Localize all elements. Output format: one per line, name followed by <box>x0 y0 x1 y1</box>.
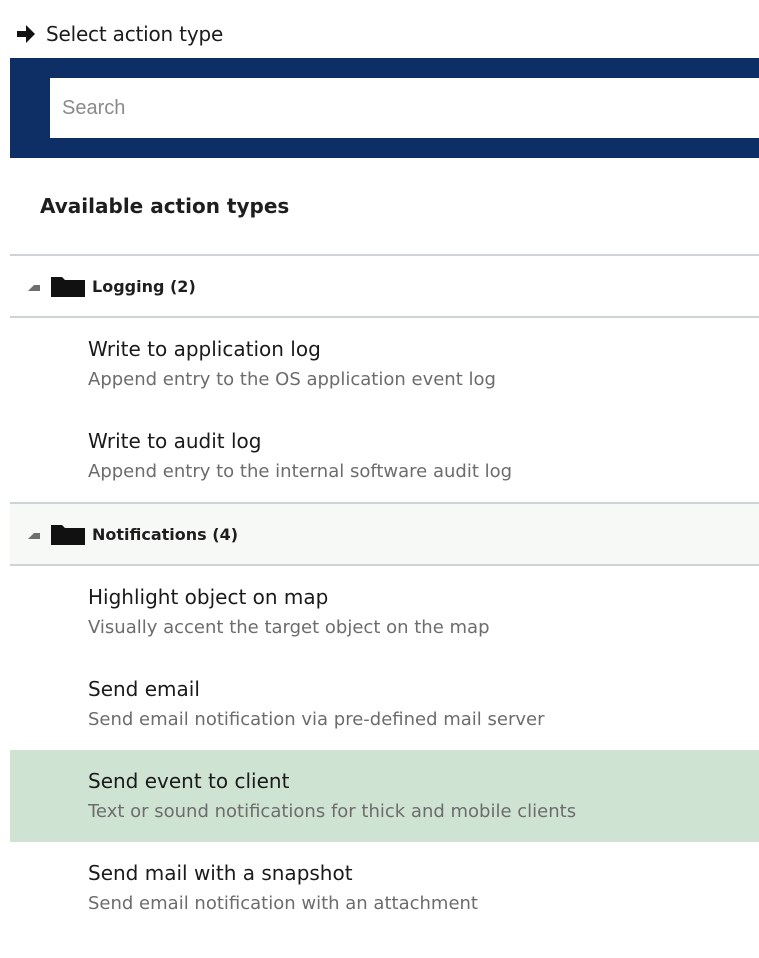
item-title: Send email <box>88 677 200 701</box>
folder-icon <box>51 525 85 545</box>
collapse-caret-icon[interactable] <box>28 533 40 539</box>
list-item[interactable]: Highlight object on map Visually accent … <box>10 566 759 658</box>
picker-header: Select action type <box>10 10 759 58</box>
group-notifications: Notifications (4) Highlight object on ma… <box>10 502 759 934</box>
item-description: Append entry to the OS application event… <box>88 369 496 390</box>
group-header-notifications[interactable]: Notifications (4) <box>10 504 759 566</box>
list-item[interactable]: Send mail with a snapshot Send email not… <box>10 842 759 934</box>
group-label: Logging (2) <box>92 276 196 296</box>
action-type-picker: Select action type Available action type… <box>10 10 759 958</box>
list-item[interactable]: Send email Send email notification via p… <box>10 658 759 750</box>
item-description: Text or sound notifications for thick an… <box>88 801 577 822</box>
item-title: Send mail with a snapshot <box>88 861 353 885</box>
item-description: Append entry to the internal software au… <box>88 461 513 482</box>
list-item[interactable]: Write to audit log Append entry to the i… <box>10 410 759 502</box>
arrow-right-icon <box>17 25 35 43</box>
list-item[interactable]: Write to application log Append entry to… <box>10 318 759 410</box>
page-title: Select action type <box>46 22 224 46</box>
item-title: Send event to client <box>88 769 290 793</box>
item-title: Write to application log <box>88 337 321 361</box>
group-header-logging[interactable]: Logging (2) <box>10 256 759 318</box>
search-band <box>10 58 759 158</box>
item-description: Send email notification with an attachme… <box>88 893 478 914</box>
section-title: Available action types <box>40 194 290 218</box>
item-description: Send email notification via pre-defined … <box>88 709 545 730</box>
search-input[interactable] <box>50 78 759 138</box>
folder-icon <box>51 277 85 297</box>
group-logging: Logging (2) Write to application log App… <box>10 254 759 502</box>
group-label: Notifications (4) <box>92 524 239 544</box>
item-title: Highlight object on map <box>88 585 329 609</box>
item-title: Write to audit log <box>88 429 262 453</box>
collapse-caret-icon[interactable] <box>28 285 40 291</box>
item-description: Visually accent the target object on the… <box>88 617 490 638</box>
list-item-selected[interactable]: Send event to client Text or sound notif… <box>10 750 759 842</box>
